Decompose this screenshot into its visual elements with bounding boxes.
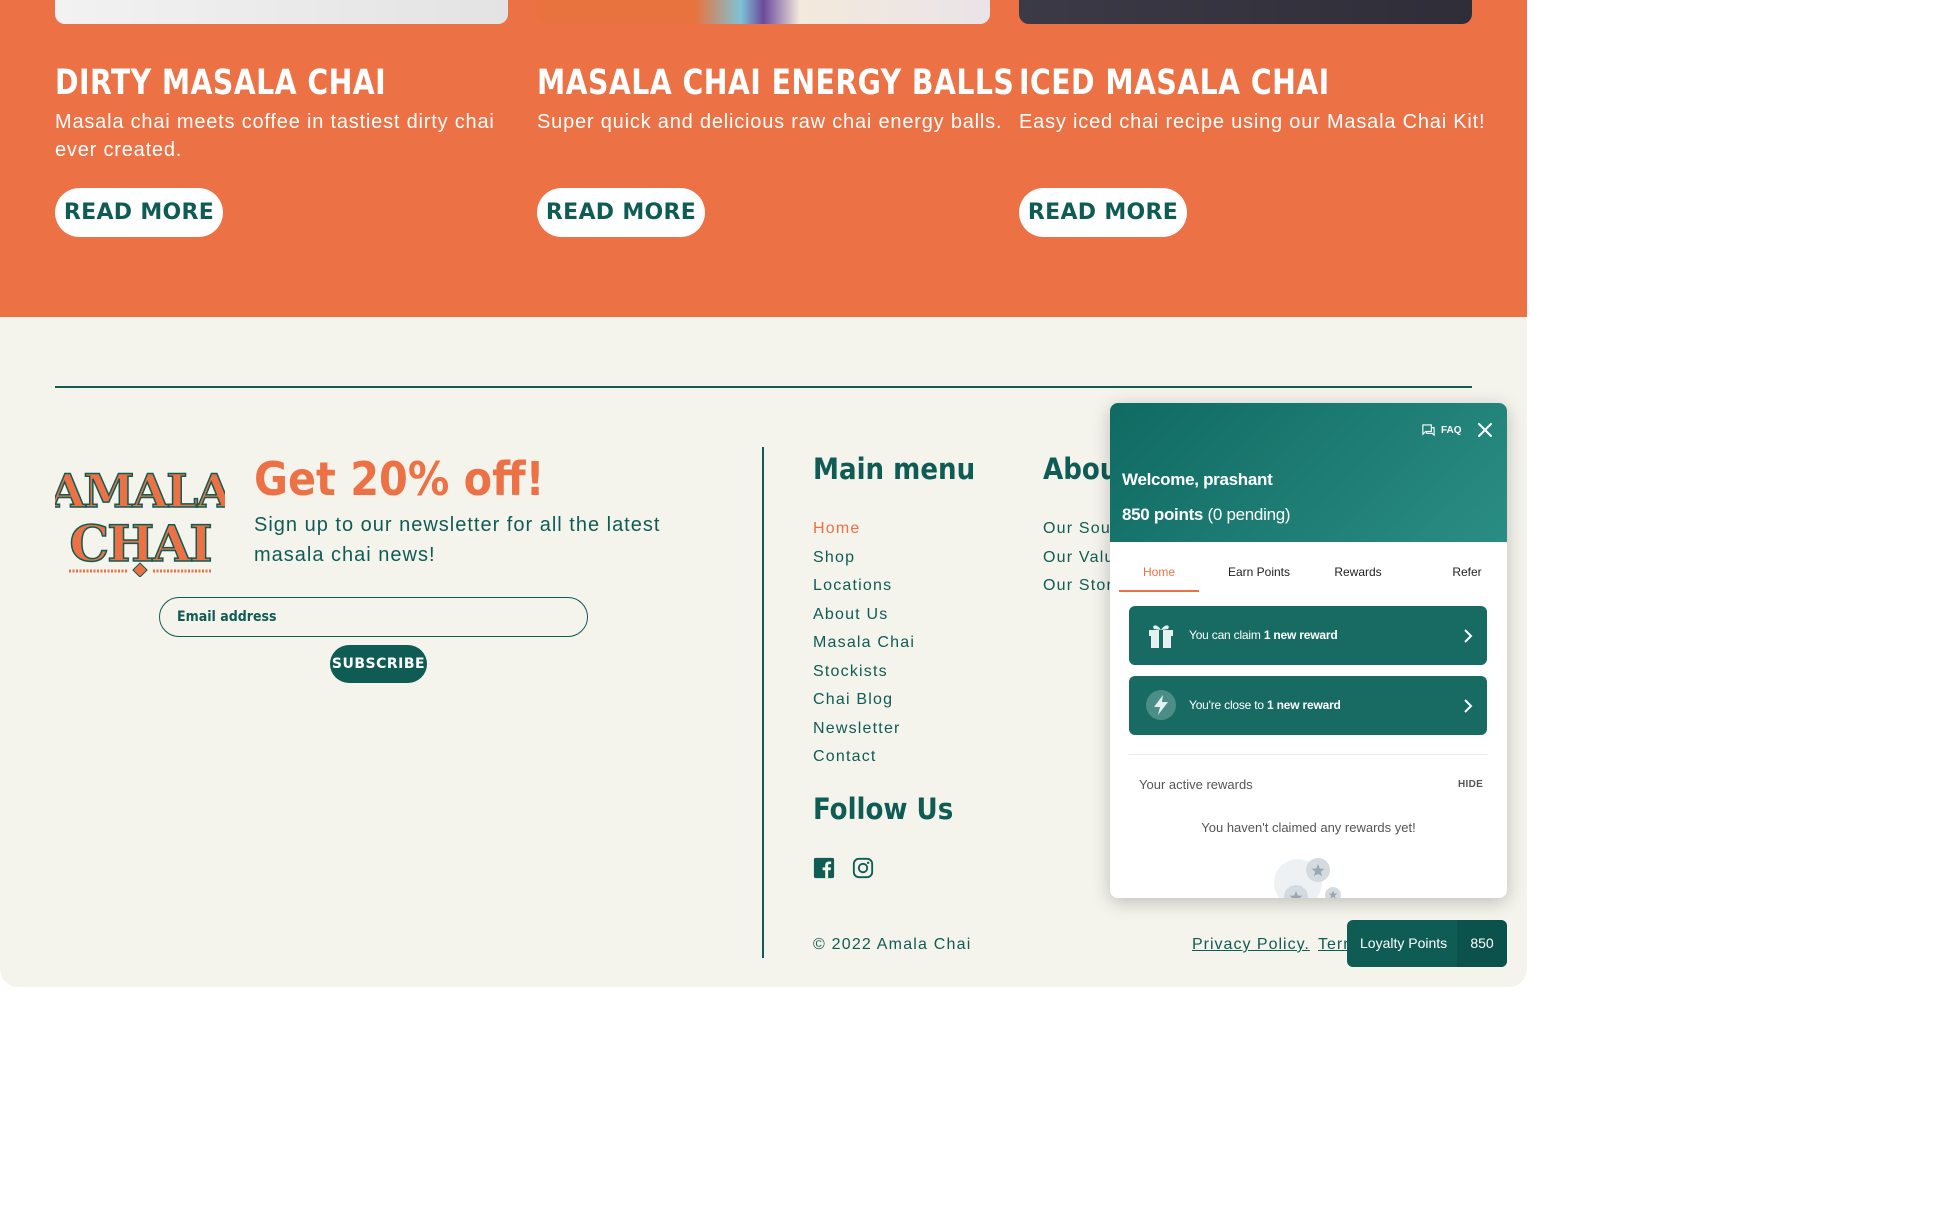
main-menu: Home Shop Locations About Us Masala Chai… <box>813 520 915 777</box>
subscribe-button[interactable]: SUBSCRIBE <box>330 645 427 683</box>
about-item[interactable]: Our Stor <box>1043 577 1118 606</box>
newsletter-title: Get 20% off! <box>254 452 545 506</box>
points-pending: (0 pending) <box>1207 505 1291 524</box>
active-rewards-label: Your active rewards <box>1139 777 1253 792</box>
read-more-button[interactable]: READ MORE <box>55 188 223 237</box>
email-input[interactable] <box>159 597 588 637</box>
hide-button[interactable]: HIDE <box>1458 779 1483 790</box>
menu-item-contact[interactable]: Contact <box>813 748 915 777</box>
logo-word-1: AMALA <box>55 464 225 518</box>
empty-rewards-illustration <box>1274 858 1341 898</box>
recipe-image[interactable] <box>1019 0 1472 24</box>
amala-chai-logo[interactable]: AMALA CHAI <box>55 457 225 577</box>
tab-home[interactable]: Home <box>1119 553 1199 592</box>
main-menu-title: Main menu <box>813 452 976 486</box>
recipe-title[interactable]: DIRTY MASALA CHAI <box>55 63 386 103</box>
recipe-description: Easy iced chai recipe using our Masala C… <box>1019 111 1486 133</box>
recipe-description: Masala chai meets coffee in tastiest dir… <box>55 111 495 161</box>
gift-icon <box>1149 625 1173 648</box>
loyalty-points-button[interactable]: Loyalty Points 850 <box>1347 920 1507 967</box>
widget-divider <box>1129 754 1487 755</box>
faq-link[interactable]: FAQ <box>1421 423 1462 438</box>
about-menu: Our Sour Our Valu Our Stor <box>1043 520 1118 606</box>
menu-item-shop[interactable]: Shop <box>813 549 915 578</box>
points-value: 850 points <box>1122 505 1204 524</box>
tab-rewards[interactable]: Rewards <box>1319 553 1397 592</box>
column-divider <box>762 447 764 958</box>
recipes-band: DIRTY MASALA CHAI Masala chai meets coff… <box>0 0 1527 317</box>
close-icon[interactable] <box>1476 421 1494 439</box>
no-rewards-message: You haven't claimed any rewards yet! <box>1201 820 1416 835</box>
recipe-description: Super quick and delicious raw chai energ… <box>537 111 1003 133</box>
menu-item-masala-chai[interactable]: Masala Chai <box>813 634 915 663</box>
menu-item-chai-blog[interactable]: Chai Blog <box>813 691 915 720</box>
recipe-title[interactable]: MASALA CHAI ENERGY BALLS <box>537 63 1014 103</box>
lightning-icon <box>1146 690 1176 720</box>
menu-item-home[interactable]: Home <box>813 520 915 549</box>
copyright: © 2022 Amala Chai <box>813 936 972 953</box>
menu-item-stockists[interactable]: Stockists <box>813 663 915 692</box>
privacy-policy-link[interactable]: Privacy Policy. <box>1192 936 1310 954</box>
read-more-button[interactable]: READ MORE <box>1019 188 1187 237</box>
claim-reward-text: You can claim 1 new reward <box>1189 628 1338 642</box>
recipe-title[interactable]: ICED MASALA CHAI <box>1019 63 1330 103</box>
welcome-text: Welcome, prashant <box>1122 470 1273 489</box>
widget-tabs: Home Earn Points Rewards Refer <box>1119 553 1498 593</box>
faq-label: FAQ <box>1441 425 1462 436</box>
recipe-image[interactable] <box>55 0 508 24</box>
tab-earn-points[interactable]: Earn Points <box>1219 553 1299 592</box>
chevron-right-icon <box>1464 699 1473 713</box>
follow-us-title: Follow Us <box>813 792 954 826</box>
menu-item-newsletter[interactable]: Newsletter <box>813 720 915 749</box>
chevron-right-icon <box>1464 629 1473 643</box>
terms-link[interactable]: Terr <box>1318 936 1350 954</box>
facebook-icon[interactable] <box>813 857 835 879</box>
tab-refer[interactable]: Refer <box>1427 553 1507 592</box>
menu-item-about-us[interactable]: About Us <box>813 606 915 635</box>
points-summary: 850 points (0 pending) <box>1122 505 1291 525</box>
loyalty-points-label: Loyalty Points <box>1360 935 1448 951</box>
close-to-reward-card[interactable]: You're close to 1 new reward <box>1129 676 1487 735</box>
recipe-image[interactable] <box>537 0 990 24</box>
newsletter-text: Sign up to our newsletter for all the la… <box>254 514 661 566</box>
loyalty-widget: FAQ Welcome, prashant 850 points (0 pend… <box>1110 403 1507 898</box>
faq-icon <box>1422 424 1435 437</box>
read-more-button[interactable]: READ MORE <box>537 188 705 237</box>
instagram-icon[interactable] <box>852 857 874 879</box>
close-to-reward-text: You're close to 1 new reward <box>1189 698 1341 712</box>
claim-reward-card[interactable]: You can claim 1 new reward <box>1129 606 1487 665</box>
about-item[interactable]: Our Sour <box>1043 520 1118 549</box>
footer-divider <box>55 386 1472 388</box>
menu-item-locations[interactable]: Locations <box>813 577 915 606</box>
widget-header: FAQ Welcome, prashant 850 points (0 pend… <box>1110 403 1507 542</box>
loyalty-points-count: 850 <box>1457 920 1507 967</box>
about-item[interactable]: Our Valu <box>1043 549 1118 578</box>
